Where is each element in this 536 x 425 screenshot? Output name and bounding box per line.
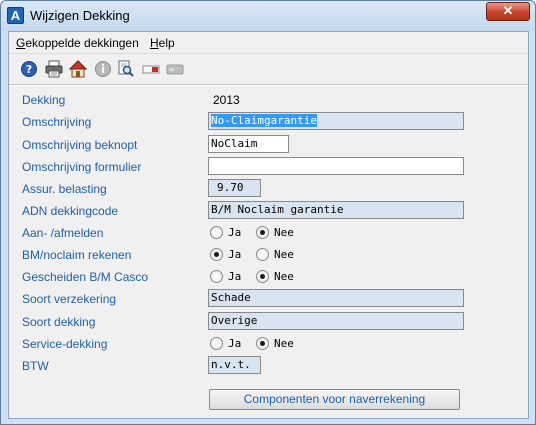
omschrijving-formulier-field[interactable]: [208, 157, 464, 175]
soort-verzekering-field[interactable]: Schade: [208, 289, 464, 307]
help-icon[interactable]: ?: [20, 60, 38, 78]
menu-gekoppelde-dekkingen[interactable]: Gekoppelde dekkingen: [16, 36, 139, 50]
gescheiden-bm-casco-label: Gescheiden B/M Casco: [22, 270, 149, 284]
bm-noclaim-nee-radio[interactable]: [256, 248, 269, 261]
aan-afmelden-nee-label: Nee: [274, 226, 294, 239]
bm-noclaim-rekenen-label: BM/noclaim rekenen: [22, 248, 132, 262]
menu-gekoppelde-dekkingen-mnemonic: G: [16, 36, 26, 50]
close-button[interactable]: ✕: [486, 2, 530, 21]
aan-afmelden-ja-label: Ja: [228, 226, 242, 239]
service-dekking-label: Service-dekking: [22, 337, 108, 351]
gescheiden-nee-radio[interactable]: [256, 270, 269, 283]
omschrijving-value: No-Claimgarantie: [211, 114, 317, 127]
btw-field[interactable]: n.v.t.: [208, 356, 261, 374]
home-icon[interactable]: [68, 60, 88, 78]
dekking-value: 2013: [213, 93, 240, 107]
app-logo-icon: A: [7, 7, 24, 24]
gescheiden-ja-radio[interactable]: [210, 270, 223, 283]
dialog-window: A Wijzigen Dekking ✕ Gekoppelde dekkinge…: [0, 0, 536, 425]
service-ja-label: Ja: [228, 337, 242, 350]
soort-dekking-label: Soort dekking: [22, 315, 96, 329]
btw-label: BTW: [22, 359, 49, 373]
svg-text:?: ?: [26, 63, 32, 76]
assur-belasting-field[interactable]: 9.70: [208, 179, 261, 197]
omschrijving-field[interactable]: No-Claimgarantie: [208, 112, 464, 130]
service-nee-label: Nee: [274, 337, 294, 350]
omschrijving-beknopt-label: Omschrijving beknopt: [22, 138, 138, 152]
soort-verzekering-label: Soort verzekering: [22, 292, 117, 306]
bm-noclaim-ja-radio[interactable]: [210, 248, 223, 261]
soort-dekking-field[interactable]: Overige: [208, 312, 464, 330]
menu-help[interactable]: Help: [150, 36, 175, 50]
omschrijving-beknopt-field[interactable]: NoClaim: [208, 135, 289, 153]
menu-help-mnemonic: H: [150, 36, 159, 50]
bm-noclaim-ja-label: Ja: [228, 248, 242, 261]
toolbar: ?: [9, 54, 528, 85]
menu-gekoppelde-dekkingen-label: ekoppelde dekkingen: [25, 36, 139, 50]
menu-bar: Gekoppelde dekkingen Help: [9, 32, 528, 54]
form-panel: Dekking 2013 Omschrijving No-Claimgarant…: [9, 86, 528, 418]
service-ja-radio[interactable]: [210, 337, 223, 350]
card-icon[interactable]: [166, 60, 184, 78]
print-icon[interactable]: [45, 60, 63, 78]
title-bar[interactable]: A Wijzigen Dekking ✕: [1, 1, 535, 31]
componenten-naverrekening-button[interactable]: Componenten voor naverrekening: [209, 389, 460, 410]
dialog-content: Gekoppelde dekkingen Help ? Dekking 2013…: [8, 31, 529, 419]
aan-afmelden-nee-radio[interactable]: [256, 226, 269, 239]
flag-icon[interactable]: [142, 60, 160, 78]
adn-dekkingcode-label: ADN dekkingcode: [22, 204, 119, 218]
gescheiden-ja-label: Ja: [228, 270, 242, 283]
aan-afmelden-label: Aan- /afmelden: [22, 226, 104, 240]
info-icon[interactable]: [94, 60, 112, 78]
aan-afmelden-ja-radio[interactable]: [210, 226, 223, 239]
omschrijving-label: Omschrijving: [22, 115, 92, 129]
assur-belasting-label: Assur. belasting: [22, 182, 107, 196]
bm-noclaim-nee-label: Nee: [274, 248, 294, 261]
gescheiden-nee-label: Nee: [274, 270, 294, 283]
window-title: Wijzigen Dekking: [30, 8, 130, 23]
omschrijving-formulier-label: Omschrijving formulier: [22, 160, 142, 174]
dekking-label: Dekking: [22, 93, 66, 107]
menu-help-label: elp: [158, 36, 175, 50]
search-document-icon[interactable]: [117, 60, 135, 78]
service-nee-radio[interactable]: [256, 337, 269, 350]
adn-dekkingcode-field[interactable]: B/M Noclaim garantie: [208, 201, 464, 219]
